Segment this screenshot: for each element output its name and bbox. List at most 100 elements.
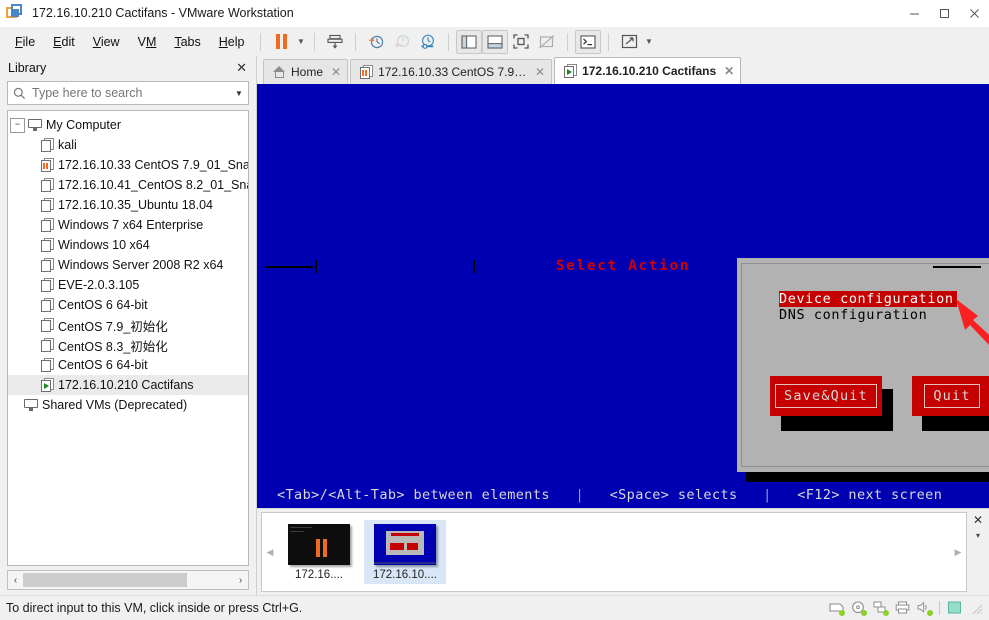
scroll-thumb[interactable] [23, 573, 187, 587]
unity-mode-icon[interactable] [534, 30, 560, 54]
menu-item-device-configuration[interactable]: Device configuration [779, 291, 957, 307]
close-button[interactable] [959, 0, 989, 26]
tab-cactifans[interactable]: 172.16.10.210 Cactifans ✕ [554, 57, 742, 84]
library-close-icon[interactable]: ✕ [233, 60, 250, 76]
search-chevron-down-icon[interactable]: ▼ [230, 89, 248, 98]
tree-item-winserver2008[interactable]: Windows Server 2008 R2 x64 [8, 255, 248, 275]
tab-close-icon[interactable]: ✕ [722, 64, 734, 78]
scroll-left-arrow-icon[interactable]: ‹ [8, 575, 23, 586]
thumbnail-list: ◀ 172.16.... 172.16.10.... ▶ [261, 512, 967, 592]
toolbar-separator [260, 32, 262, 51]
thumbnail-scroll-right-icon[interactable]: ▶ [950, 547, 966, 558]
cd-dvd-icon[interactable] [851, 601, 867, 616]
toolbar-separator [608, 32, 610, 51]
revert-snapshot-icon[interactable] [389, 30, 415, 54]
vm-console[interactable]: Select Action Device configuration DNS c… [257, 84, 989, 508]
tree-item-centos79-snap[interactable]: 172.16.10.33 CentOS 7.9_01_Snap [8, 155, 248, 175]
tab-close-icon[interactable]: ✕ [329, 65, 341, 79]
thumbnail-bar: ◀ 172.16.... 172.16.10.... ▶ ✕ ▾ [257, 508, 989, 595]
search-icon [8, 87, 30, 100]
send-ctrl-alt-del-icon[interactable] [322, 30, 348, 54]
manage-snapshots-icon[interactable] [415, 30, 441, 54]
message-log-icon[interactable] [947, 601, 962, 615]
tree-item-label: 172.16.10.33 CentOS 7.9_01_Snap [58, 158, 249, 172]
tab-home[interactable]: Home ✕ [263, 59, 349, 84]
network-adapter-icon[interactable] [873, 601, 889, 616]
tree-item-ubuntu1804[interactable]: 172.16.10.35_Ubuntu 18.04 [8, 195, 248, 215]
tree-item-centos6-a[interactable]: CentOS 6 64-bit [8, 295, 248, 315]
help-segment-space: <Space> selects [609, 487, 738, 503]
scroll-track[interactable] [23, 573, 233, 587]
tree-item-label: Windows 7 x64 Enterprise [58, 218, 204, 232]
vm-running-icon [564, 64, 578, 78]
stretch-guest-icon[interactable] [616, 30, 642, 54]
scroll-right-arrow-icon[interactable]: › [233, 575, 248, 586]
tree-item-label: Windows 10 x64 [58, 238, 150, 252]
menu-file[interactable]: File [6, 31, 44, 53]
tree-item-centos79-init[interactable]: CentOS 7.9_初始化 [8, 315, 248, 335]
save-and-quit-label: Save&Quit [775, 384, 877, 408]
tree-item-centos6-b[interactable]: CentOS 6 64-bit [8, 355, 248, 375]
tree-item-windows10[interactable]: Windows 10 x64 [8, 235, 248, 255]
status-bar: To direct input to this VM, click inside… [0, 595, 989, 620]
thumbnail-bar-controls: ✕ ▾ [967, 509, 989, 595]
library-horizontal-scrollbar[interactable]: ‹ › [7, 570, 249, 590]
tree-item-label: Windows Server 2008 R2 x64 [58, 258, 224, 272]
tree-item-my-computer[interactable]: − My Computer [8, 115, 248, 135]
library-search-box[interactable]: ▼ [7, 81, 249, 105]
vm-icon [41, 318, 54, 332]
hard-disk-icon[interactable] [829, 601, 845, 616]
maximize-button[interactable] [929, 0, 959, 26]
menu-view[interactable]: View [84, 31, 129, 53]
tree-item-centos82-snap[interactable]: 172.16.10.41_CentOS 8.2_01_Sna [8, 175, 248, 195]
thumbnail-item-cactifans[interactable]: 172.16.10.... [364, 520, 446, 584]
menu-help[interactable]: Help [210, 31, 254, 53]
thumbnail-scroll-left-icon[interactable]: ◀ [262, 547, 278, 558]
stretch-options-chevron-down-icon[interactable]: ▼ [642, 31, 655, 53]
tab-bar: Home ✕ 172.16.10.33 CentOS 7.9_01... ✕ 1… [257, 56, 989, 84]
collapse-icon[interactable]: − [10, 117, 25, 133]
tree-item-label: CentOS 8.3_初始化 [58, 339, 168, 354]
minimize-button[interactable] [899, 0, 929, 26]
quit-button[interactable]: Quit [912, 376, 989, 416]
dialog-title: Select Action [555, 258, 691, 274]
tree-item-eve[interactable]: EVE-2.0.3.105 [8, 275, 248, 295]
printer-icon[interactable] [895, 601, 910, 615]
fullscreen-icon[interactable] [508, 30, 534, 54]
vm-suspended-icon [41, 158, 54, 172]
tree-item-centos83-init[interactable]: CentOS 8.3_初始化 [8, 335, 248, 355]
show-thumbnails-icon[interactable] [482, 29, 509, 54]
tab-centos79[interactable]: 172.16.10.33 CentOS 7.9_01... ✕ [350, 59, 553, 84]
show-library-icon[interactable] [456, 29, 483, 54]
window-controls [899, 0, 989, 26]
tree-item-shared-vms[interactable]: Shared VMs (Deprecated) [8, 395, 248, 415]
menu-tabs[interactable]: Tabs [165, 31, 209, 53]
tree-item-cactifans[interactable]: 172.16.10.210 Cactifans [8, 375, 248, 395]
search-input[interactable] [30, 85, 230, 101]
tree-item-windows7[interactable]: Windows 7 x64 Enterprise [8, 215, 248, 235]
tab-close-icon[interactable]: ✕ [533, 65, 545, 79]
menu-item-dns-configuration[interactable]: DNS configuration [779, 307, 957, 323]
vm-icon [41, 238, 54, 252]
thumbnail-caption: 172.16.... [295, 569, 343, 581]
sound-card-icon[interactable] [917, 601, 933, 616]
thumbnail-bar-close-icon[interactable]: ✕ [973, 513, 983, 527]
vm-icon [41, 198, 54, 212]
menu-vm[interactable]: VM [129, 31, 166, 53]
thumbnail-item-centos79[interactable]: 172.16.... [278, 520, 360, 584]
library-header: Library ✕ [0, 56, 256, 80]
take-snapshot-icon[interactable] [363, 30, 389, 54]
tree-item-kali[interactable]: kali [8, 135, 248, 155]
suspend-icon[interactable] [268, 30, 294, 54]
window-title: 172.16.10.210 Cactifans - VMware Worksta… [32, 6, 294, 20]
vmware-workstation-window: 172.16.10.210 Cactifans - VMware Worksta… [0, 0, 989, 620]
menu-edit[interactable]: Edit [44, 31, 84, 53]
thumbnail-bar-chevron-down-icon[interactable]: ▾ [976, 531, 980, 540]
tab-label: Home [291, 65, 324, 79]
help-segment-tab: <Tab>/<Alt-Tab> between elements [277, 487, 550, 503]
power-options-chevron-down-icon[interactable]: ▼ [294, 31, 307, 53]
vm-console-wrapper: Select Action Device configuration DNS c… [257, 84, 989, 508]
console-icon[interactable] [575, 29, 602, 54]
resize-grip-icon[interactable] [969, 601, 983, 615]
save-and-quit-button[interactable]: Save&Quit [770, 376, 882, 416]
